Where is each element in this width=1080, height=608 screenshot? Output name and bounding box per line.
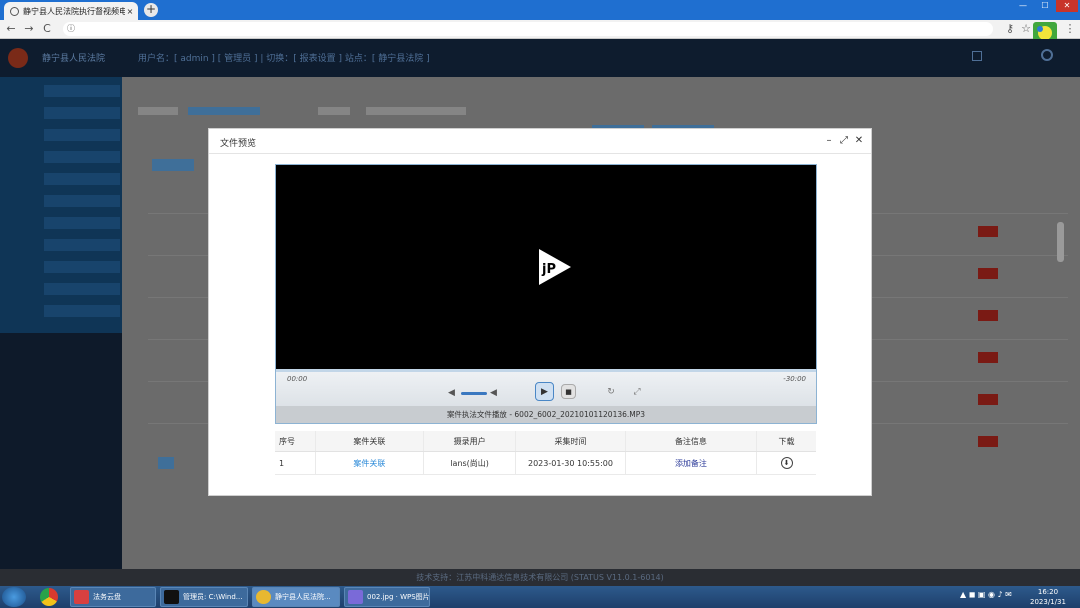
court-title: 静宁县人民法院 bbox=[42, 54, 106, 64]
table-row: 1 案件关联 lans(尚山) 2023-01-30 10:55:00 添加备注… bbox=[275, 451, 816, 475]
case-link[interactable]: 案件关联 bbox=[314, 451, 424, 475]
video-area[interactable]: jP bbox=[276, 165, 816, 369]
back-button[interactable]: ← bbox=[4, 20, 18, 38]
row-action-button[interactable] bbox=[978, 394, 998, 405]
row-index: 1 bbox=[275, 451, 316, 475]
play-button[interactable]: ▶ bbox=[535, 382, 554, 401]
sidebar-item[interactable] bbox=[44, 283, 120, 295]
row-action-button[interactable] bbox=[978, 226, 998, 237]
window-maximize-button[interactable]: ☐ bbox=[1034, 0, 1056, 12]
download-icon[interactable]: ⬇ bbox=[780, 457, 793, 469]
dialog-maximize-button[interactable]: ⤢ bbox=[838, 134, 850, 148]
taskbar-item-cloud[interactable]: 法务云盘 bbox=[70, 587, 156, 607]
footer: 技术支持：江苏中科通达信息技术有限公司 (STATUS V11.0.1-6014… bbox=[0, 569, 1080, 586]
window-close-button[interactable]: ✕ bbox=[1056, 0, 1078, 12]
sidebar bbox=[0, 77, 122, 586]
row-action-button[interactable] bbox=[978, 268, 998, 279]
loop-icon[interactable]: ↻ bbox=[605, 386, 617, 398]
grid-icon[interactable] bbox=[972, 51, 982, 61]
forward-button[interactable]: → bbox=[22, 20, 36, 38]
globe-icon bbox=[10, 6, 19, 16]
play-logo-icon[interactable]: jP bbox=[535, 247, 573, 287]
browser-toolbar: ← → C ⓘ ⚷ ☆ ⋮ bbox=[0, 20, 1080, 39]
sidebar-item[interactable] bbox=[44, 173, 120, 185]
table-header-row: 序号 案件关联 摄录用户 采集时间 备注信息 下载 bbox=[275, 431, 816, 452]
row-action-button[interactable] bbox=[978, 352, 998, 363]
taskbar-item-browser[interactable]: 静宁县人民法院... bbox=[252, 587, 340, 607]
image-icon bbox=[348, 590, 363, 604]
row-user: lans(尚山) bbox=[423, 451, 516, 475]
pagination[interactable] bbox=[158, 457, 174, 469]
row-action-button[interactable] bbox=[978, 436, 998, 447]
svg-text:jP: jP bbox=[541, 262, 556, 277]
bookmark-star-icon[interactable]: ☆ bbox=[1019, 20, 1033, 38]
address-bar[interactable]: ⓘ bbox=[63, 22, 993, 36]
dialog-title: 文件预览 bbox=[220, 139, 257, 149]
fullscreen-icon[interactable]: ⤢ bbox=[631, 386, 643, 398]
sidebar-item[interactable] bbox=[44, 261, 120, 273]
volume-low-icon[interactable]: ◀ bbox=[448, 388, 455, 398]
tab-close-button[interactable]: × bbox=[125, 7, 135, 16]
col-time: 采集时间 bbox=[515, 431, 626, 452]
power-icon[interactable] bbox=[1041, 49, 1053, 61]
reload-button[interactable]: C bbox=[40, 20, 54, 38]
file-preview-dialog: 文件预览 – ⤢ ✕ jP 00:00 -30:00 ◀ ◀ ▶ ■ ↻ ⤢ 案… bbox=[208, 128, 872, 496]
clock[interactable]: 16:20 2023/1/31 bbox=[1030, 587, 1066, 607]
terminal-icon bbox=[164, 590, 179, 604]
app-icon bbox=[74, 590, 89, 604]
volume-high-icon[interactable]: ◀ bbox=[490, 388, 497, 398]
row-action-button[interactable] bbox=[978, 310, 998, 321]
player-controls: 00:00 -30:00 ◀ ◀ ▶ ■ ↻ ⤢ bbox=[276, 372, 816, 406]
new-tab-button[interactable]: + bbox=[144, 3, 158, 17]
app-header: 静宁县人民法院 用户名：[ admin ] [ 管理员 ] | 切换：[ 报表设… bbox=[0, 39, 1080, 77]
court-emblem-icon bbox=[8, 48, 28, 68]
dialog-minimize-button[interactable]: – bbox=[823, 134, 835, 148]
col-case: 案件关联 bbox=[314, 431, 424, 452]
taskbar: 法务云盘 管理员: C:\Wind... 静宁县人民法院... 002.jpg … bbox=[0, 586, 1080, 608]
total-time: -30:00 bbox=[783, 375, 806, 383]
row-time: 2023-01-30 10:55:00 bbox=[515, 451, 626, 475]
col-user: 摄录用户 bbox=[423, 431, 516, 452]
taskbar-item-cmd[interactable]: 管理员: C:\Wind... bbox=[160, 587, 248, 607]
key-icon[interactable]: ⚷ bbox=[1003, 20, 1017, 38]
sidebar-item[interactable] bbox=[44, 85, 120, 97]
browser-tab[interactable]: 静宁县人民法院执行督视频电子... × bbox=[4, 2, 138, 20]
file-name: 案件执法文件播放 - 6002_6002_20210101120136.MP3 bbox=[276, 406, 816, 423]
browser-tabstrip: 静宁县人民法院执行督视频电子... × + — ☐ ✕ bbox=[0, 0, 1080, 20]
chrome-icon[interactable] bbox=[40, 588, 58, 606]
stop-button[interactable]: ■ bbox=[561, 384, 576, 399]
tray-icons[interactable]: ▲ ◼ ▣ ◉ ♪ ✉ bbox=[960, 590, 1012, 599]
file-table: 序号 案件关联 摄录用户 采集时间 备注信息 下载 1 案件关联 lans(尚山… bbox=[275, 431, 816, 475]
tab-title: 静宁县人民法院执行督视频电子... bbox=[23, 6, 125, 16]
taskbar-item-wps[interactable]: 002.jpg · WPS图片 bbox=[344, 587, 430, 607]
volume-slider[interactable] bbox=[461, 392, 487, 395]
sidebar-item[interactable] bbox=[44, 151, 120, 163]
sidebar-item[interactable] bbox=[44, 217, 120, 229]
media-player: jP 00:00 -30:00 ◀ ◀ ▶ ■ ↻ ⤢ 案件执法文件播放 - 6… bbox=[275, 164, 817, 424]
current-time: 00:00 bbox=[287, 375, 308, 383]
col-download: 下载 bbox=[756, 431, 816, 452]
site-info-icon[interactable]: ⓘ bbox=[67, 24, 75, 33]
start-button[interactable] bbox=[2, 587, 26, 607]
sidebar-item[interactable] bbox=[44, 305, 120, 317]
sidebar-item[interactable] bbox=[44, 195, 120, 207]
col-note: 备注信息 bbox=[624, 431, 757, 452]
sidebar-item[interactable] bbox=[44, 107, 120, 119]
scrollbar[interactable] bbox=[1057, 222, 1064, 262]
chrome-icon bbox=[256, 590, 271, 604]
dialog-close-button[interactable]: ✕ bbox=[853, 134, 865, 148]
sidebar-item[interactable] bbox=[44, 129, 120, 141]
window-minimize-button[interactable]: — bbox=[1012, 0, 1034, 12]
col-index: 序号 bbox=[275, 431, 316, 452]
browser-menu-button[interactable]: ⋮ bbox=[1063, 20, 1077, 38]
user-menu[interactable]: 用户名：[ admin ] [ 管理员 ] | 切换：[ 报表设置 ] 站点：[… bbox=[138, 51, 430, 64]
sidebar-item[interactable] bbox=[44, 239, 120, 251]
add-note-link[interactable]: 添加备注 bbox=[624, 451, 757, 475]
dialog-header: 文件预览 – ⤢ ✕ bbox=[209, 129, 871, 154]
